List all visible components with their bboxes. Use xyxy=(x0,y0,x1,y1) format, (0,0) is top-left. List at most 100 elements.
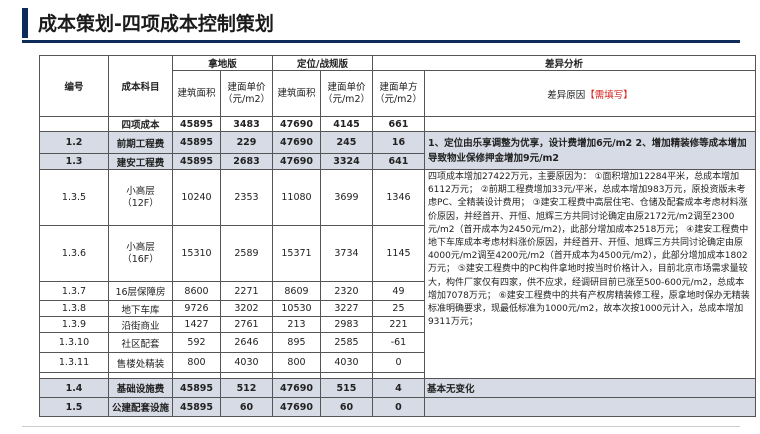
row-diff: 25 xyxy=(371,300,425,317)
header-diff-unit: 建面单方（元/m2） xyxy=(371,70,425,117)
row-price-target: 4030 xyxy=(319,352,373,373)
row-area-target: 47690 xyxy=(271,378,321,398)
row-price-target: 4145 xyxy=(319,116,373,132)
header-unit-price: 建面单价（元/m2） xyxy=(220,70,273,117)
row-area-target: 47690 xyxy=(271,131,321,154)
row-price-land: 3483 xyxy=(220,116,273,132)
row-area-land: 8600 xyxy=(172,281,221,301)
row-area-land: 10240 xyxy=(172,169,221,226)
table-row: 1.3.5 小高层（12F） 10240 2353 11080 3699 134… xyxy=(39,169,756,379)
row-subject: 建安工程费 xyxy=(108,153,173,170)
analysis-top-cell: 1、定位由乐享调整为优享，设计费增加6元/m2 2、增加精装修等成本增加导致物业… xyxy=(423,131,756,170)
row-area-land: 45895 xyxy=(172,397,221,417)
row-area-target: 47690 xyxy=(271,397,321,417)
row-price-target: 2983 xyxy=(319,316,373,333)
row-code: 1.3.8 xyxy=(39,300,109,317)
row-price-target: 3227 xyxy=(319,300,373,317)
row-subject: 基础设施费 xyxy=(108,378,173,398)
row-price-target: 60 xyxy=(319,397,373,417)
header-target-version: 定位/战规版 xyxy=(271,55,373,71)
row-price-target: 245 xyxy=(319,131,373,154)
row-subject: 沿街商业 xyxy=(108,316,173,333)
footer-divider xyxy=(22,426,740,427)
row-diff: 4 xyxy=(371,378,425,398)
row-area-land: 592 xyxy=(172,332,221,353)
row-area-target: 800 xyxy=(271,352,321,373)
header-reason: 差异原因【需填写】 xyxy=(423,70,756,117)
table-row: 1.5 公建配套设施 45895 60 47690 60 0 xyxy=(39,397,756,417)
row-area-target: 47690 xyxy=(271,153,321,170)
row-code: 1.3.11 xyxy=(39,352,109,373)
row-area-land: 45895 xyxy=(172,116,221,132)
row-price-land: 2646 xyxy=(220,332,273,353)
table-row: 1.2 前期工程费 45895 229 47690 245 16 1、定位由乐享… xyxy=(39,131,756,170)
header-land-version: 拿地版 xyxy=(172,55,273,71)
row-code: 1.3 xyxy=(39,153,109,170)
title-accent xyxy=(22,8,28,38)
row-area-land: 800 xyxy=(172,352,221,373)
row-diff: 1145 xyxy=(371,225,425,282)
row-area-target: 10530 xyxy=(271,300,321,317)
row-area-target: 47690 xyxy=(271,116,321,132)
row-diff: 0 xyxy=(371,397,425,417)
title-rule xyxy=(22,40,740,43)
row-diff: 641 xyxy=(371,153,425,170)
row-price-land: 512 xyxy=(220,378,273,398)
row-price-target: 2320 xyxy=(319,281,373,301)
row-price-land: 2589 xyxy=(220,225,273,282)
page-title: 成本策划-四项成本控制策划 xyxy=(38,13,274,35)
analysis-infra-cell: 基本无变化 xyxy=(423,378,756,398)
row-area-land: 1427 xyxy=(172,316,221,333)
row-price-land: 4030 xyxy=(220,352,273,373)
row-area-land: 15310 xyxy=(172,225,221,282)
row-subject: 前期工程费 xyxy=(108,131,173,154)
reason-prefix: 差异原因 xyxy=(547,89,586,101)
row-diff: 1346 xyxy=(371,169,425,226)
row-subject: 小高层（12F） xyxy=(108,169,173,226)
row-subject: 16层保障房 xyxy=(108,281,173,301)
row-code: 1.3.9 xyxy=(39,316,109,333)
header-area: 建筑面积 xyxy=(172,70,221,117)
row-area-target: 11080 xyxy=(271,169,321,226)
row-subject: 小高层（16F） xyxy=(108,225,173,282)
row-reason-empty xyxy=(423,116,756,132)
row-price-target: 3699 xyxy=(319,169,373,226)
row-area-land: 9726 xyxy=(172,300,221,317)
row-price-land: 2683 xyxy=(220,153,273,170)
row-area-land: 45895 xyxy=(172,131,221,154)
row-subject: 地下车库 xyxy=(108,300,173,317)
analysis-main-cell: 四项成本增加27422万元，主要原因为： ①面积增加12284平米，总成本增加6… xyxy=(423,169,756,379)
table-row: 1.4 基础设施费 45895 512 47690 515 4 基本无变化 xyxy=(39,378,756,398)
row-code: 1.3.7 xyxy=(39,281,109,301)
row-price-target: 3324 xyxy=(319,153,373,170)
row-area-target: 15371 xyxy=(271,225,321,282)
row-price-land: 3202 xyxy=(220,300,273,317)
table-row: 四项成本 45895 3483 47690 4145 661 xyxy=(39,116,756,132)
row-code: 1.3.6 xyxy=(39,225,109,282)
header-code: 编号 xyxy=(39,55,109,117)
row-price-land: 60 xyxy=(220,397,273,417)
row-reason-empty xyxy=(423,397,756,417)
row-price-land: 2353 xyxy=(220,169,273,226)
header-diff-analysis: 差异分析 xyxy=(371,55,756,71)
row-subject: 社区配套 xyxy=(108,332,173,353)
row-code: 1.3.5 xyxy=(39,169,109,226)
row-diff: 221 xyxy=(371,316,425,333)
row-code: 1.5 xyxy=(39,397,109,417)
cost-comparison-table: 编号 成本科目 拿地版 定位/战规版 差异分析 建筑面积 建面单价（元/m2） … xyxy=(39,55,756,417)
header-subject: 成本科目 xyxy=(108,55,173,117)
row-price-land: 229 xyxy=(220,131,273,154)
row-diff: 16 xyxy=(371,131,425,154)
row-price-target: 2585 xyxy=(319,332,373,353)
row-area-land: 45895 xyxy=(172,378,221,398)
row-diff: 49 xyxy=(371,281,425,301)
row-code xyxy=(39,116,109,132)
row-diff: 0 xyxy=(371,352,425,373)
row-area-target: 895 xyxy=(271,332,321,353)
header-unit-price2: 建面单价（元/m2） xyxy=(319,70,373,117)
row-subject: 四项成本 xyxy=(108,116,173,132)
row-area-target: 213 xyxy=(271,316,321,333)
row-price-target: 515 xyxy=(319,378,373,398)
row-code: 1.4 xyxy=(39,378,109,398)
row-price-land: 2761 xyxy=(220,316,273,333)
